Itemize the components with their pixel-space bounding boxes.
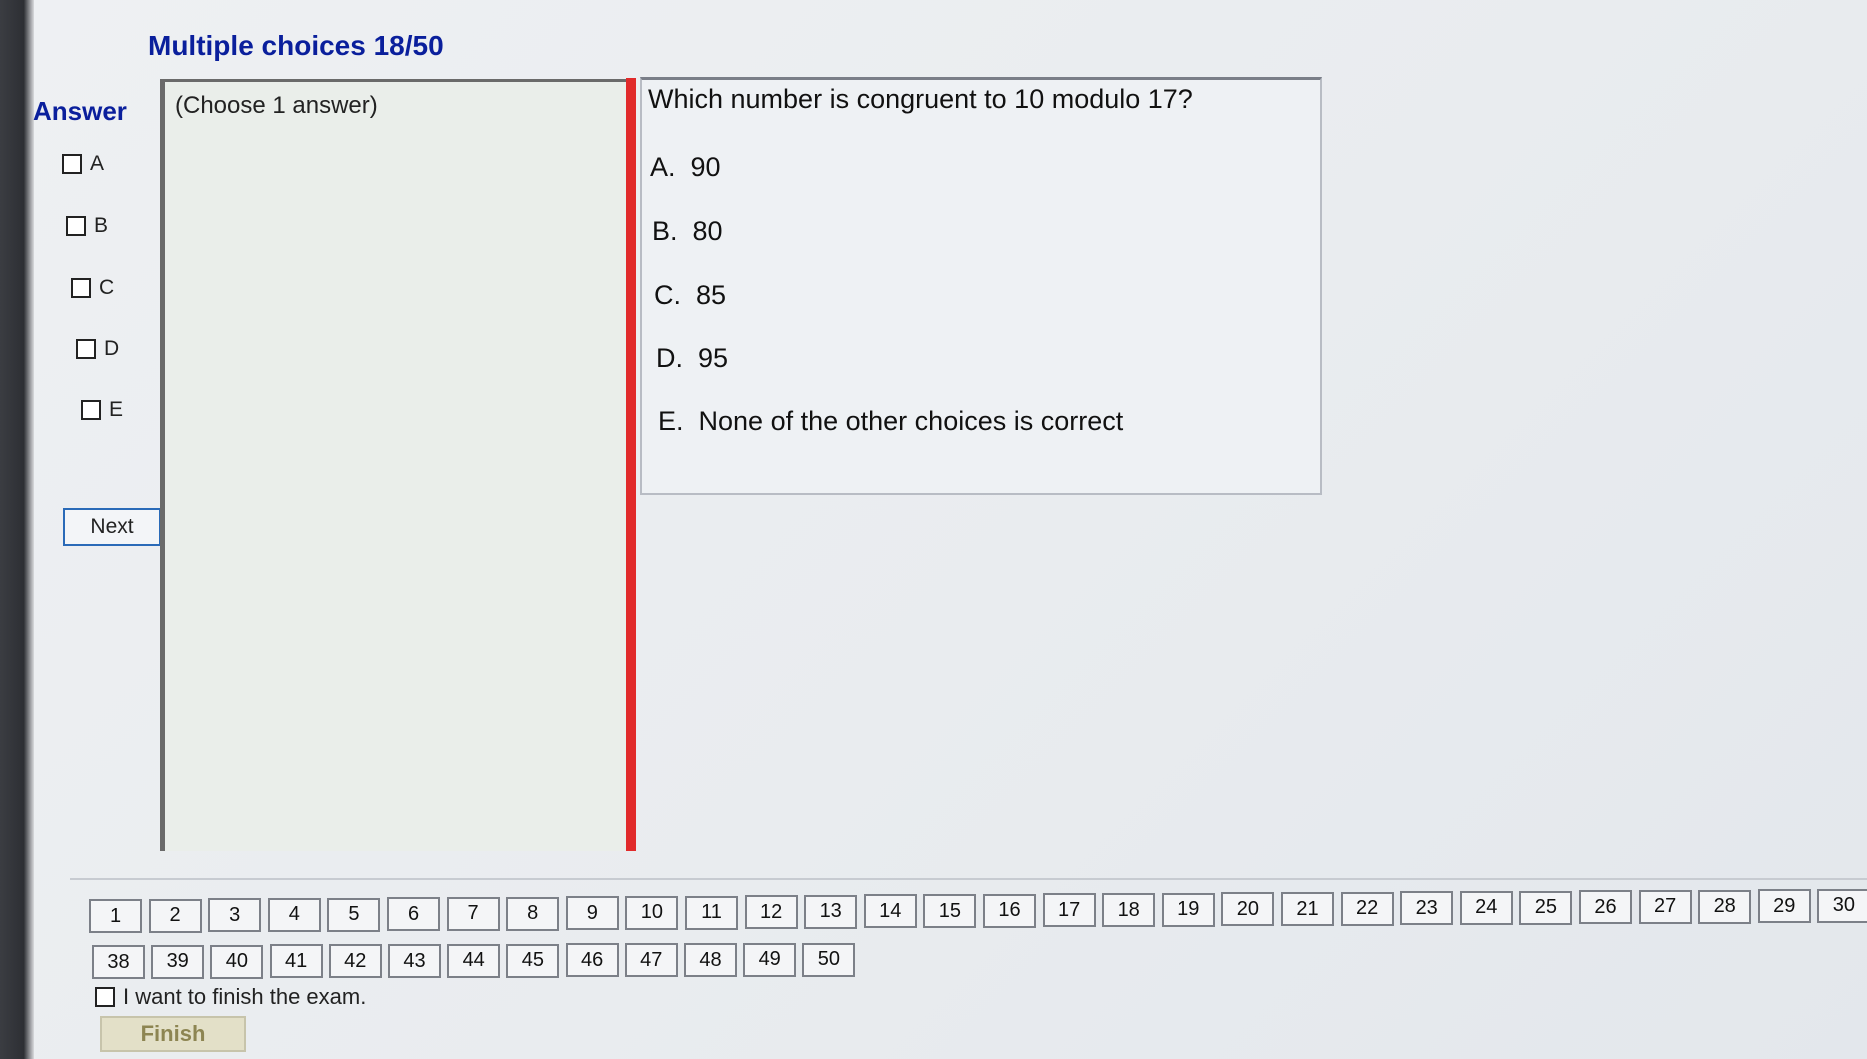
question-nav-button[interactable]: 44 <box>447 943 501 978</box>
checkbox-b[interactable] <box>66 216 86 236</box>
question-nav-button[interactable]: 16 <box>983 893 1036 928</box>
question-nav-button[interactable]: 1 <box>89 899 142 933</box>
question-text: Which number is congruent to 10 modulo 1… <box>648 84 1193 114</box>
choice-text: 85 <box>696 280 727 310</box>
question-nav-button[interactable]: 40 <box>210 944 264 979</box>
question-nav-button[interactable]: 22 <box>1340 891 1394 926</box>
question-nav-button[interactable]: 25 <box>1519 890 1573 925</box>
question-nav-button[interactable]: 18 <box>1102 893 1156 928</box>
choice-text: None of the other choices is correct <box>698 406 1124 436</box>
question-nav-button[interactable]: 46 <box>565 943 619 978</box>
page-title: Multiple choices 18/50 <box>148 30 444 61</box>
question-nav-button[interactable]: 23 <box>1400 891 1454 926</box>
checkbox-a[interactable] <box>62 154 82 174</box>
question-nav-button[interactable]: 12 <box>744 895 798 930</box>
question-nav-button[interactable]: 19 <box>1161 892 1215 927</box>
answer-heading: Answer <box>33 96 127 126</box>
question-nav-button[interactable]: 50 <box>802 942 856 977</box>
question-nav-button[interactable]: 10 <box>625 895 679 930</box>
question-nav-button[interactable]: 8 <box>506 896 560 931</box>
question-nav-button[interactable]: 3 <box>208 898 262 933</box>
answer-option-d[interactable]: D <box>76 337 119 361</box>
answer-option-label: A <box>90 152 105 175</box>
question-nav-button[interactable]: 13 <box>804 894 858 929</box>
question-nav-button[interactable]: 29 <box>1757 889 1811 924</box>
question-nav-button[interactable]: 41 <box>269 944 323 979</box>
question-nav-button[interactable]: 20 <box>1221 892 1275 927</box>
choice-letter: C. <box>654 280 681 310</box>
exam-screen: Multiple choices 18/50 Answer A B C D E … <box>0 0 1867 1059</box>
answer-option-label: B <box>94 214 109 237</box>
question-nav-button[interactable]: 17 <box>1042 893 1096 928</box>
nav-separator <box>70 878 1867 880</box>
question-nav-button[interactable]: 4 <box>267 897 321 932</box>
answer-option-c[interactable]: C <box>71 276 114 300</box>
checkbox-d[interactable] <box>76 339 96 359</box>
question-nav-button[interactable]: 28 <box>1698 889 1752 924</box>
finish-button[interactable]: Finish <box>100 1016 246 1052</box>
question-nav-button[interactable]: 47 <box>624 943 678 978</box>
choice-letter: B. <box>652 216 678 246</box>
question-nav-button[interactable]: 24 <box>1459 890 1513 925</box>
question-nav-button[interactable]: 43 <box>388 944 441 978</box>
question-nav-button[interactable]: 38 <box>92 945 145 979</box>
question-nav-button[interactable]: 9 <box>565 896 619 931</box>
next-button[interactable]: Next <box>63 508 161 546</box>
choice-b: B. 80 <box>652 216 723 247</box>
choice-text: 90 <box>690 152 721 182</box>
question-nav-button[interactable]: 2 <box>148 898 202 933</box>
finish-checkbox[interactable] <box>95 987 115 1007</box>
choice-letter: D. <box>656 343 683 373</box>
answer-work-panel <box>160 79 626 851</box>
panel-divider[interactable] <box>626 78 636 851</box>
finish-checkbox-label: I want to finish the exam. <box>123 984 367 1009</box>
question-nav-button[interactable]: 27 <box>1638 889 1692 924</box>
choose-hint: (Choose 1 answer) <box>175 92 378 119</box>
question-nav-button[interactable]: 14 <box>863 894 917 929</box>
choice-text: 80 <box>692 216 723 246</box>
choice-d: D. 95 <box>656 343 728 374</box>
question-nav-button[interactable]: 26 <box>1579 890 1632 925</box>
question-nav-button[interactable]: 15 <box>923 894 977 929</box>
finish-confirm[interactable]: I want to finish the exam. <box>95 984 366 1010</box>
checkbox-c[interactable] <box>71 278 91 298</box>
answer-option-a[interactable]: A <box>62 152 104 176</box>
question-nav-button[interactable]: 7 <box>446 896 500 931</box>
question-nav-button[interactable]: 48 <box>684 943 737 977</box>
choice-a: A. 90 <box>650 152 721 183</box>
choice-letter: E. <box>658 406 684 436</box>
answer-option-label: E <box>109 398 124 421</box>
choice-c: C. 85 <box>654 280 726 311</box>
question-nav-button[interactable]: 42 <box>328 944 382 979</box>
checkbox-e[interactable] <box>81 400 101 420</box>
question-nav-button[interactable]: 21 <box>1281 892 1334 926</box>
choice-e: E. None of the other choices is correct <box>658 406 1123 437</box>
monitor-bezel <box>0 0 34 1059</box>
choice-text: 95 <box>698 343 729 373</box>
answer-option-e[interactable]: E <box>81 398 123 422</box>
question-nav-button[interactable]: 45 <box>506 943 560 978</box>
question-nav-button[interactable]: 5 <box>327 897 381 932</box>
answer-option-label: D <box>104 337 120 360</box>
answer-option-label: C <box>99 276 115 299</box>
question-nav-button[interactable]: 11 <box>685 895 738 930</box>
question-nav-button[interactable]: 6 <box>387 897 440 932</box>
choice-letter: A. <box>650 152 676 182</box>
answer-option-b[interactable]: B <box>66 214 108 238</box>
question-nav-button[interactable]: 30 <box>1817 888 1867 923</box>
question-nav-button[interactable]: 49 <box>743 942 797 977</box>
question-nav-button[interactable]: 39 <box>151 944 205 979</box>
